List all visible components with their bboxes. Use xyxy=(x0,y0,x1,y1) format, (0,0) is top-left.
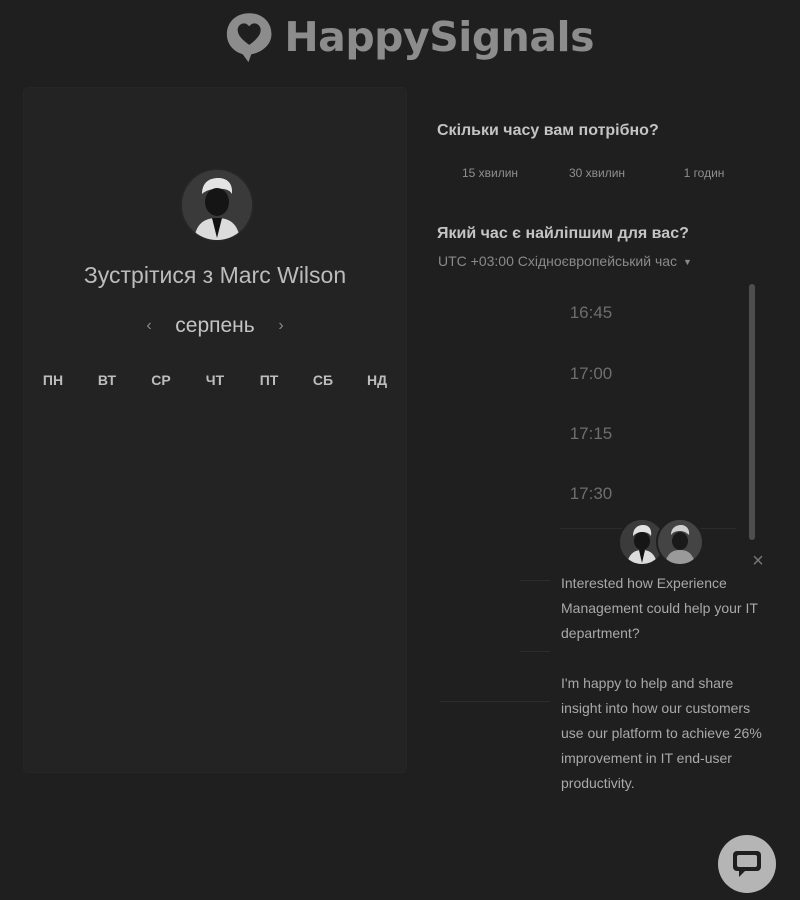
time-slot-list[interactable]: 16:45 17:00 17:15 17:30 xyxy=(436,282,746,542)
divider xyxy=(520,651,550,652)
host-avatar xyxy=(180,168,254,242)
person-portrait-icon xyxy=(182,170,252,240)
time-slot[interactable]: 17:30 xyxy=(436,474,746,514)
weekday-sun: НД xyxy=(366,372,388,388)
duration-option-15[interactable]: 15 хвилин xyxy=(438,166,542,180)
divider xyxy=(520,580,550,581)
weekday-tue: ВТ xyxy=(97,372,117,388)
weekday-fri: ПТ xyxy=(259,372,279,388)
meeting-title: Зустрітися з Marc Wilson xyxy=(24,262,406,289)
chat-agent-avatar xyxy=(656,518,704,566)
month-label: серпень xyxy=(175,314,255,337)
chevron-left-icon[interactable]: ‹ xyxy=(140,317,158,335)
weekday-thu: ЧТ xyxy=(205,372,225,388)
chat-message: Interested how Experience Management cou… xyxy=(561,571,771,821)
caret-down-icon: ▼ xyxy=(683,257,692,268)
close-icon[interactable]: × xyxy=(749,551,767,571)
heart-speech-bubble-icon xyxy=(226,13,272,63)
timezone-label: UTC +03:00 Східноєвропейський час xyxy=(438,253,678,269)
scrollbar[interactable] xyxy=(749,284,755,540)
brand-logo[interactable]: HappySignals xyxy=(224,0,594,74)
time-slot[interactable]: 17:15 xyxy=(436,414,746,454)
time-slot[interactable]: 16:45 xyxy=(436,293,746,333)
duration-options: 15 хвилин 30 хвилин 1 годин xyxy=(438,166,756,180)
chat-bubble-icon xyxy=(733,851,761,877)
time-slot[interactable]: 17:00 xyxy=(436,354,746,394)
duration-question: Скільки часу вам потрібно? xyxy=(437,122,659,139)
host-name: Marc Wilson xyxy=(219,262,347,288)
timezone-selector[interactable]: UTC +03:00 Східноєвропейський час ▼ xyxy=(438,253,692,269)
chevron-right-icon[interactable]: › xyxy=(272,317,290,335)
duration-option-60[interactable]: 1 годин xyxy=(652,166,756,180)
chat-message-1: Interested how Experience Management cou… xyxy=(561,575,758,641)
meet-prefix: Зустрітися з xyxy=(83,262,214,288)
chat-launcher-button[interactable] xyxy=(718,835,776,893)
duration-option-30[interactable]: 30 хвилин xyxy=(545,166,649,180)
weekday-wed: СР xyxy=(151,372,171,388)
weekday-header: ПН ВТ СР ЧТ ПТ СБ НД xyxy=(26,372,404,388)
divider xyxy=(440,701,550,702)
person-portrait-icon xyxy=(658,520,702,564)
weekday-mon: ПН xyxy=(42,372,64,388)
brand-name: HappySignals xyxy=(284,13,594,61)
weekday-sat: СБ xyxy=(312,372,334,388)
month-navigator: ‹ серпень › xyxy=(140,312,290,340)
chat-message-2: I'm happy to help and share insight into… xyxy=(561,675,762,791)
time-question: Який час є найліпшим для вас? xyxy=(437,225,689,242)
